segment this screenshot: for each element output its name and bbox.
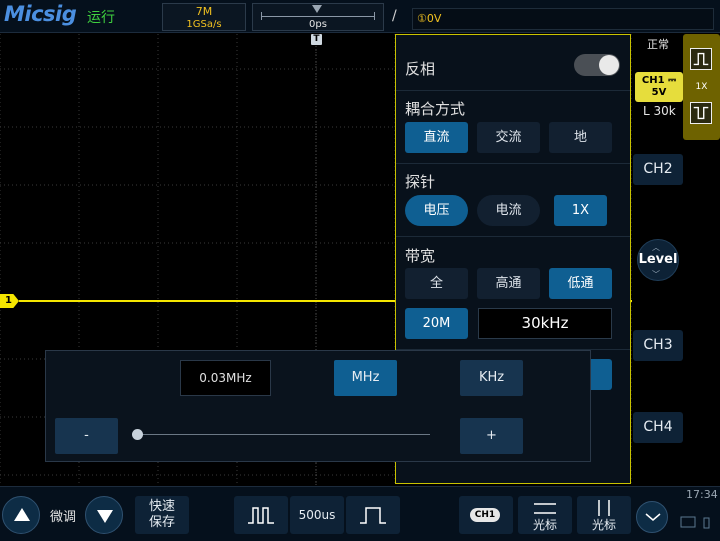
coupling-ac-button[interactable]: 交流 xyxy=(477,122,540,153)
divider xyxy=(396,163,630,164)
probe-ratio-button[interactable]: 1X xyxy=(554,195,607,226)
ch3-button[interactable]: CH3 xyxy=(633,330,683,361)
bandwidth-lowpass-button[interactable]: 低通 xyxy=(549,268,612,299)
memory-depth: 7M xyxy=(195,5,213,18)
trigger-type-panel[interactable]: 1X xyxy=(683,34,720,140)
ch1-label: CH1 xyxy=(641,75,665,86)
run-stop-status[interactable]: 运行 xyxy=(87,7,115,27)
usb-icon xyxy=(703,517,710,529)
quick-save-line1: 快速 xyxy=(148,499,175,514)
invert-label: 反相 xyxy=(405,60,436,78)
divider xyxy=(396,90,630,91)
frequency-slider-handle[interactable] xyxy=(132,429,143,440)
acquisition-info[interactable]: 7M 1GSa/s xyxy=(162,3,246,31)
horizontal-position-value: 0ps xyxy=(309,19,327,30)
invert-toggle[interactable] xyxy=(574,54,620,76)
wide-pulse-icon xyxy=(360,507,386,524)
ch1-bandwidth-limit: L 30k xyxy=(643,104,676,118)
bandwidth-highpass-button[interactable]: 高通 xyxy=(477,268,540,299)
trigger-position-marker[interactable]: T xyxy=(311,34,322,45)
horizontal-cursor-icon xyxy=(534,503,556,514)
decrease-button[interactable]: - xyxy=(55,418,118,454)
narrow-pulse-icon xyxy=(248,507,274,524)
cursor-label: 光标 xyxy=(591,518,616,532)
arrow-up-icon xyxy=(14,508,30,521)
bandwidth-20m-button[interactable]: 20M xyxy=(405,308,468,339)
coupling-dc-button[interactable]: 直流 xyxy=(405,122,468,153)
horizontal-position-indicator[interactable]: 0ps xyxy=(252,3,384,31)
increase-button[interactable]: + xyxy=(460,418,523,454)
top-status-bar: Micsig 运行 7M 1GSa/s 0ps / ①0V xyxy=(0,0,720,33)
clock: 17:34 xyxy=(686,488,718,501)
timebase-decrease-button[interactable] xyxy=(234,496,288,534)
channel-side-panel: 正常 CH1 ⎓ 5V L 30k 1X CH2 Level ︿ ﹀ CH3 C… xyxy=(633,34,720,486)
coupling-title: 耦合方式 xyxy=(405,100,466,118)
level-up-icon: ︿ xyxy=(652,243,660,252)
divider xyxy=(396,236,630,237)
level-down-icon: ﹀ xyxy=(652,270,660,279)
fine-adjust-label: 微调 xyxy=(50,510,77,525)
timebase-value[interactable]: 500us xyxy=(290,496,344,534)
trigger-position-arrow-icon xyxy=(312,5,322,13)
cursor-label: 光标 xyxy=(532,518,557,532)
cursor-horizontal-button[interactable]: 光标 xyxy=(518,496,572,534)
frequency-slider-track[interactable] xyxy=(138,434,430,435)
dc-coupling-icon: ⎓ xyxy=(668,75,677,86)
rising-edge-icon: / xyxy=(392,8,397,24)
probe-title: 探针 xyxy=(405,173,436,191)
unit-mhz-button[interactable]: MHz xyxy=(334,360,397,396)
probe-voltage-button[interactable]: 电压 xyxy=(405,195,468,226)
bandwidth-value-field[interactable]: 30kHz xyxy=(478,308,612,339)
fine-adjust-up-button[interactable] xyxy=(2,496,40,534)
pulse-falling-icon[interactable] xyxy=(690,102,712,124)
brand-logo: Micsig xyxy=(4,2,77,26)
trigger-info[interactable]: ①0V xyxy=(412,8,714,30)
unit-khz-button[interactable]: KHz xyxy=(460,360,523,396)
toggle-knob xyxy=(599,55,619,75)
bottom-control-bar: 微调 快速 保存 500us CH1 光标 光标 17:34 xyxy=(0,486,720,541)
ch1-button[interactable]: CH1 ⎓ 5V xyxy=(635,72,683,102)
memory-position-bar xyxy=(261,12,375,20)
quick-save-button[interactable]: 快速 保存 xyxy=(135,496,189,534)
chevron-down-icon xyxy=(645,513,661,521)
probe-current-button[interactable]: 电流 xyxy=(477,195,540,226)
cursor-vertical-button[interactable]: 光标 xyxy=(577,496,631,534)
arrow-down-icon xyxy=(97,510,113,523)
vertical-cursor-icon xyxy=(598,500,610,516)
pulse-rising-icon[interactable] xyxy=(690,48,712,70)
timebase-increase-button[interactable] xyxy=(346,496,400,534)
frequency-display: 0.03MHz xyxy=(180,360,271,396)
ch4-button[interactable]: CH4 xyxy=(633,412,683,443)
sample-rate: 1GSa/s xyxy=(186,19,222,30)
display-icon xyxy=(680,516,696,528)
ch2-button[interactable]: CH2 xyxy=(633,154,683,185)
channel-select-button[interactable]: CH1 xyxy=(459,496,513,534)
bandwidth-title: 带宽 xyxy=(405,247,436,265)
bandwidth-full-button[interactable]: 全 xyxy=(405,268,468,299)
quick-save-line2: 保存 xyxy=(148,515,175,530)
trigger-level-value: ①0V xyxy=(417,12,442,25)
expand-menu-button[interactable] xyxy=(636,501,668,533)
ch1-badge: CH1 xyxy=(470,508,500,522)
ch1-scale: 5V xyxy=(651,87,667,98)
coupling-gnd-button[interactable]: 地 xyxy=(549,122,612,153)
trigger-mode-label[interactable]: 正常 xyxy=(647,36,669,52)
status-icons xyxy=(680,516,710,529)
trigger-probe-ratio: 1X xyxy=(695,82,708,92)
fine-adjust-down-button[interactable] xyxy=(85,496,123,534)
frequency-input-popup: 0.03MHz MHz KHz - + xyxy=(45,350,591,462)
